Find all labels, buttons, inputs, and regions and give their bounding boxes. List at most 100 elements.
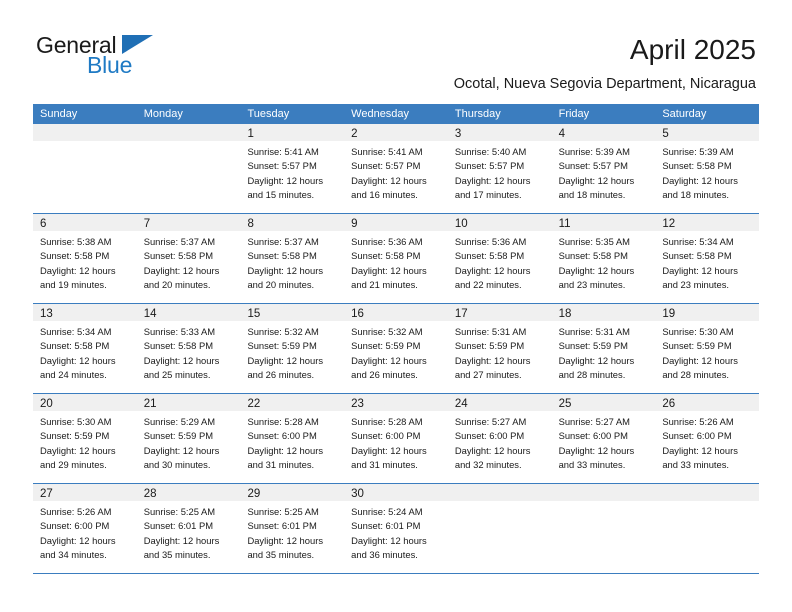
calendar-day-cell[interactable]: 30 Sunrise: 5:24 AM Sunset: 6:01 PM Dayligh… xyxy=(344,484,448,573)
day-details: Sunrise: 5:41 AM Sunset: 5:57 PM Daylight:… xyxy=(240,141,344,202)
daylight-duration-line1: Daylight: 12 hours xyxy=(351,174,427,186)
day-number-band: 23 xyxy=(344,394,448,411)
sunrise-time: Sunrise: 5:28 AM xyxy=(351,416,423,427)
sunrise-time: Sunrise: 5:31 AM xyxy=(454,326,527,337)
sunset-time: Sunset: 6:01 PM xyxy=(351,520,421,532)
daylight-duration-line2: and 21 minutes. xyxy=(351,278,418,290)
calendar-day-cell[interactable]: 14 Sunrise: 5:33 AM Sunset: 5:58 PM Dayligh… xyxy=(136,304,241,393)
day-number: 16 xyxy=(351,308,364,320)
day-number-band: 4 xyxy=(551,124,656,141)
day-number: 3 xyxy=(454,128,462,140)
calendar-day-cell-empty xyxy=(136,124,241,213)
calendar-day-cell[interactable]: 16 Sunrise: 5:32 AM Sunset: 5:59 PM Dayligh… xyxy=(344,304,448,393)
calendar-day-cell[interactable]: 27 Sunrise: 5:26 AM Sunset: 6:00 PM Dayligh… xyxy=(33,484,137,573)
calendar-day-cell[interactable]: 20 Sunrise: 5:30 AM Sunset: 5:59 PM Dayligh… xyxy=(33,394,137,483)
calendar-day-cell[interactable]: 13 Sunrise: 5:34 AM Sunset: 5:58 PM Dayligh… xyxy=(33,304,137,393)
day-number: 11 xyxy=(558,218,571,230)
calendar-day-cell[interactable]: 28 Sunrise: 5:25 AM Sunset: 6:01 PM Dayligh… xyxy=(136,484,241,573)
calendar-day-cell[interactable]: 15 Sunrise: 5:32 AM Sunset: 5:59 PM Dayligh… xyxy=(240,304,345,393)
day-details: Sunrise: 5:31 AM Sunset: 5:59 PM Daylight:… xyxy=(448,321,552,382)
day-number-band: 7 xyxy=(136,214,241,231)
calendar-day-cell[interactable]: 17 Sunrise: 5:31 AM Sunset: 5:59 PM Dayligh… xyxy=(447,304,552,393)
weekday-header-saturday: Saturday xyxy=(662,108,707,120)
daylight-duration-line1: Daylight: 12 hours xyxy=(454,174,531,186)
daylight-duration-line2: and 26 minutes. xyxy=(351,368,418,380)
calendar-week-row: 6 Sunrise: 5:38 AM Sunset: 5:58 PM Daylight… xyxy=(33,214,760,304)
day-number-band: 5 xyxy=(655,124,760,141)
day-number-band: 29 xyxy=(240,484,345,501)
calendar-day-cell[interactable]: 12 Sunrise: 5:34 AM Sunset: 5:58 PM Dayligh… xyxy=(655,214,760,303)
day-details: Sunrise: 5:31 AM Sunset: 5:59 PM Daylight:… xyxy=(552,321,656,382)
sunset-time: Sunset: 5:59 PM xyxy=(558,340,628,352)
day-number-band xyxy=(33,124,137,141)
day-details: Sunrise: 5:25 AM Sunset: 6:01 PM Daylight:… xyxy=(137,501,241,562)
daylight-duration-line1: Daylight: 12 hours xyxy=(662,174,738,186)
daylight-duration-line1: Daylight: 12 hours xyxy=(247,264,324,276)
daylight-duration-line2: and 17 minutes. xyxy=(454,188,522,200)
daylight-duration-line1: Daylight: 12 hours xyxy=(40,354,116,366)
day-details xyxy=(448,501,552,505)
day-details: Sunrise: 5:37 AM Sunset: 5:58 PM Daylight:… xyxy=(240,231,344,292)
calendar-day-cell[interactable]: 10 Sunrise: 5:36 AM Sunset: 5:58 PM Dayligh… xyxy=(447,214,552,303)
calendar-day-cell[interactable]: 21 Sunrise: 5:29 AM Sunset: 5:59 PM Dayligh… xyxy=(136,394,241,483)
weekday-header-wednesday: Wednesday xyxy=(351,108,410,120)
calendar-day-cell[interactable]: 4 Sunrise: 5:39 AM Sunset: 5:57 PM Daylight… xyxy=(551,124,656,213)
sunrise-time: Sunrise: 5:38 AM xyxy=(40,236,112,247)
daylight-duration-line1: Daylight: 12 hours xyxy=(351,264,427,276)
calendar-day-cell[interactable]: 19 Sunrise: 5:30 AM Sunset: 5:59 PM Dayligh… xyxy=(655,304,760,393)
weekday-header-tuesday: Tuesday xyxy=(247,108,290,120)
calendar-day-cell[interactable]: 6 Sunrise: 5:38 AM Sunset: 5:58 PM Daylight… xyxy=(33,214,137,303)
daylight-duration-line2: and 33 minutes. xyxy=(662,458,730,470)
daylight-duration-line1: Daylight: 12 hours xyxy=(40,264,116,276)
sunrise-time: Sunrise: 5:27 AM xyxy=(454,416,527,427)
day-details: Sunrise: 5:35 AM Sunset: 5:58 PM Daylight:… xyxy=(552,231,656,292)
calendar-day-cell[interactable]: 1 Sunrise: 5:41 AM Sunset: 5:57 PM Daylight… xyxy=(240,124,345,213)
daylight-duration-line1: Daylight: 12 hours xyxy=(558,174,635,186)
day-number: 12 xyxy=(662,218,676,230)
calendar-day-cell[interactable]: 26 Sunrise: 5:26 AM Sunset: 6:00 PM Dayligh… xyxy=(655,394,760,483)
calendar-day-cell[interactable]: 5 Sunrise: 5:39 AM Sunset: 5:58 PM Daylight… xyxy=(655,124,760,213)
calendar-day-cell[interactable]: 8 Sunrise: 5:37 AM Sunset: 5:58 PM Daylight… xyxy=(240,214,345,303)
day-details: Sunrise: 5:25 AM Sunset: 6:01 PM Daylight:… xyxy=(240,501,344,562)
sunset-time: Sunset: 6:00 PM xyxy=(662,430,732,442)
sunset-time: Sunset: 5:58 PM xyxy=(558,250,628,262)
calendar-day-cell[interactable]: 25 Sunrise: 5:27 AM Sunset: 6:00 PM Dayligh… xyxy=(551,394,656,483)
sunrise-time: Sunrise: 5:28 AM xyxy=(247,416,319,427)
calendar-day-cell[interactable]: 18 Sunrise: 5:31 AM Sunset: 5:59 PM Dayligh… xyxy=(551,304,656,393)
day-number-band: 1 xyxy=(240,124,345,141)
calendar-day-cell[interactable]: 7 Sunrise: 5:37 AM Sunset: 5:58 PM Daylight… xyxy=(136,214,241,303)
sunrise-time: Sunrise: 5:32 AM xyxy=(247,326,319,337)
day-details: Sunrise: 5:32 AM Sunset: 5:59 PM Daylight:… xyxy=(240,321,344,382)
sunset-time: Sunset: 6:00 PM xyxy=(351,430,421,442)
calendar-day-cell[interactable]: 2 Sunrise: 5:41 AM Sunset: 5:57 PM Daylight… xyxy=(344,124,448,213)
calendar-day-cell[interactable]: 24 Sunrise: 5:27 AM Sunset: 6:00 PM Dayligh… xyxy=(447,394,552,483)
daylight-duration-line1: Daylight: 12 hours xyxy=(143,534,220,546)
daylight-duration-line2: and 32 minutes. xyxy=(454,458,522,470)
daylight-duration-line2: and 20 minutes. xyxy=(143,278,211,290)
calendar-day-cell[interactable]: 23 Sunrise: 5:28 AM Sunset: 6:00 PM Dayligh… xyxy=(344,394,448,483)
daylight-duration-line2: and 18 minutes. xyxy=(558,188,626,200)
calendar-day-cell[interactable]: 29 Sunrise: 5:25 AM Sunset: 6:01 PM Dayligh… xyxy=(240,484,345,573)
calendar-day-cell[interactable]: 22 Sunrise: 5:28 AM Sunset: 6:00 PM Dayligh… xyxy=(240,394,345,483)
day-number-band: 11 xyxy=(551,214,656,231)
sunrise-time: Sunrise: 5:25 AM xyxy=(247,506,319,517)
day-number: 7 xyxy=(143,218,151,230)
brand-logo[interactable]: General Blue xyxy=(36,34,236,84)
sunset-time: Sunset: 5:57 PM xyxy=(558,160,628,172)
day-number: 6 xyxy=(40,218,47,230)
calendar-day-cell[interactable]: 3 Sunrise: 5:40 AM Sunset: 5:57 PM Daylight… xyxy=(447,124,552,213)
sunset-time: Sunset: 5:57 PM xyxy=(454,160,525,172)
daylight-duration-line2: and 35 minutes. xyxy=(247,548,315,560)
day-details: Sunrise: 5:29 AM Sunset: 5:59 PM Daylight:… xyxy=(137,411,241,472)
sunset-time: Sunset: 5:59 PM xyxy=(247,340,317,352)
day-number: 14 xyxy=(143,308,157,320)
calendar-day-cell[interactable]: 11 Sunrise: 5:35 AM Sunset: 5:58 PM Dayligh… xyxy=(551,214,656,303)
day-number-band xyxy=(136,124,241,141)
day-number-band: 28 xyxy=(136,484,241,501)
calendar-day-cell[interactable]: 9 Sunrise: 5:36 AM Sunset: 5:58 PM Daylight… xyxy=(344,214,448,303)
daylight-duration-line2: and 25 minutes. xyxy=(143,368,211,380)
sunset-time: Sunset: 6:01 PM xyxy=(143,520,214,532)
daylight-duration-line2: and 31 minutes. xyxy=(247,458,315,470)
sunrise-time: Sunrise: 5:35 AM xyxy=(558,236,630,247)
sunset-time: Sunset: 5:59 PM xyxy=(454,340,525,352)
